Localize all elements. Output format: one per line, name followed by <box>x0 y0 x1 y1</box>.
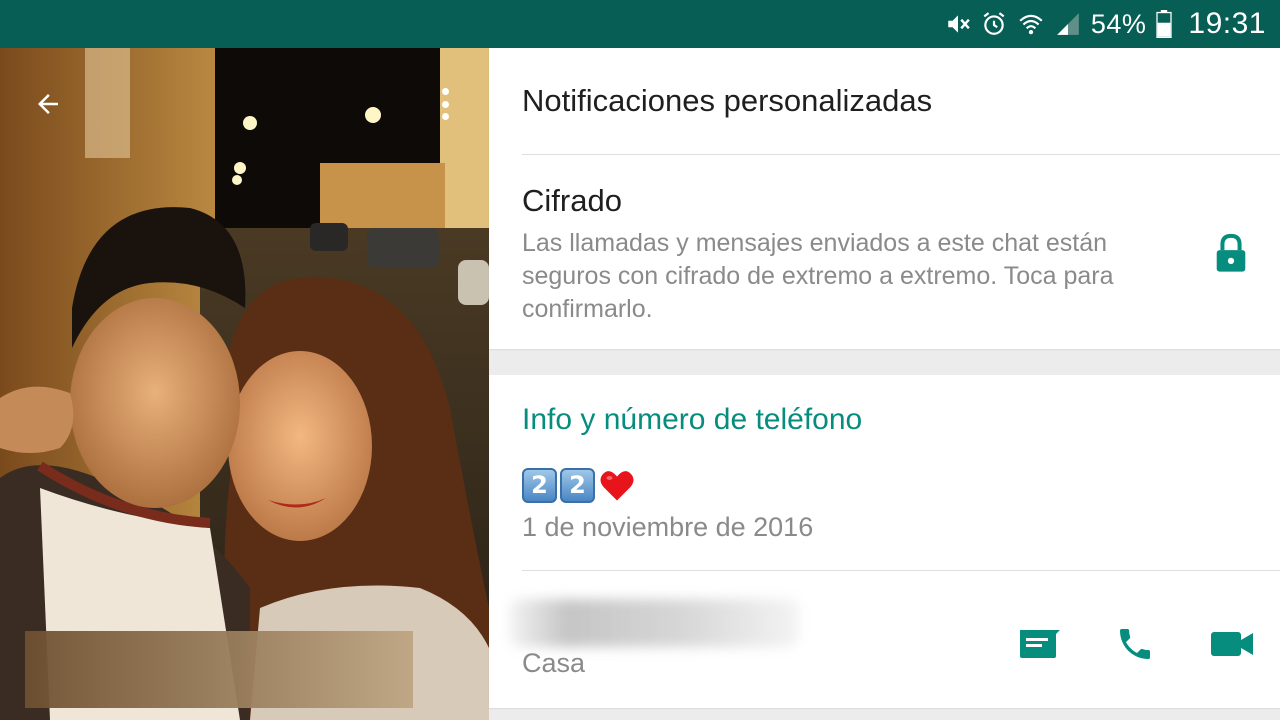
clock: 19:31 <box>1188 7 1266 40</box>
custom-notifications-item[interactable]: Notificaciones personalizadas <box>522 48 1280 155</box>
phone-type-label: Casa <box>522 648 586 678</box>
redacted-name-overlay <box>25 631 413 708</box>
lock-icon <box>1216 233 1246 272</box>
signal-icon <box>1055 11 1081 37</box>
settings-card: Notificaciones personalizadas Cifrado La… <box>489 48 1280 349</box>
battery-percentage: 54% <box>1090 8 1147 39</box>
about-date: 1 de noviembre de 2016 <box>522 512 814 542</box>
video-call-icon <box>1211 632 1253 656</box>
info-card: Info y número de teléfono 2 2 1 de novie… <box>489 375 1280 708</box>
message-button[interactable] <box>1016 622 1064 666</box>
call-icon <box>1120 629 1150 659</box>
more-vert-icon <box>441 88 449 95</box>
custom-notifications-label: Notificaciones personalizadas <box>522 83 933 118</box>
heart-emoji <box>598 467 636 503</box>
mute-icon <box>945 11 971 37</box>
encryption-title: Cifrado <box>522 183 622 218</box>
divider <box>522 570 1280 571</box>
wifi-icon <box>1017 11 1045 37</box>
battery-icon <box>1156 10 1173 38</box>
profile-photo <box>0 48 489 720</box>
keycap-emoji: 2 <box>560 467 595 503</box>
about-status: 2 2 <box>522 467 636 503</box>
contact-info-panel: Notificaciones personalizadas Cifrado La… <box>489 48 1280 720</box>
info-section-title: Info y número de teléfono <box>522 403 863 436</box>
more-options-button[interactable] <box>432 84 458 124</box>
profile-photo-image <box>0 48 489 720</box>
video-call-button[interactable] <box>1208 622 1256 666</box>
alarm-icon <box>981 11 1007 37</box>
message-icon <box>1020 630 1060 658</box>
keycap-emoji: 2 <box>522 467 557 503</box>
encryption-item[interactable]: Cifrado Las llamadas y mensajes enviados… <box>489 155 1280 349</box>
status-bar: 54% 19:31 <box>0 0 1280 48</box>
back-button[interactable] <box>26 86 70 122</box>
call-button[interactable] <box>1111 622 1159 666</box>
redacted-phone-number <box>509 599 799 647</box>
encryption-description: Las llamadas y mensajes enviados a este … <box>522 229 1114 323</box>
arrow-back-icon <box>38 94 58 114</box>
